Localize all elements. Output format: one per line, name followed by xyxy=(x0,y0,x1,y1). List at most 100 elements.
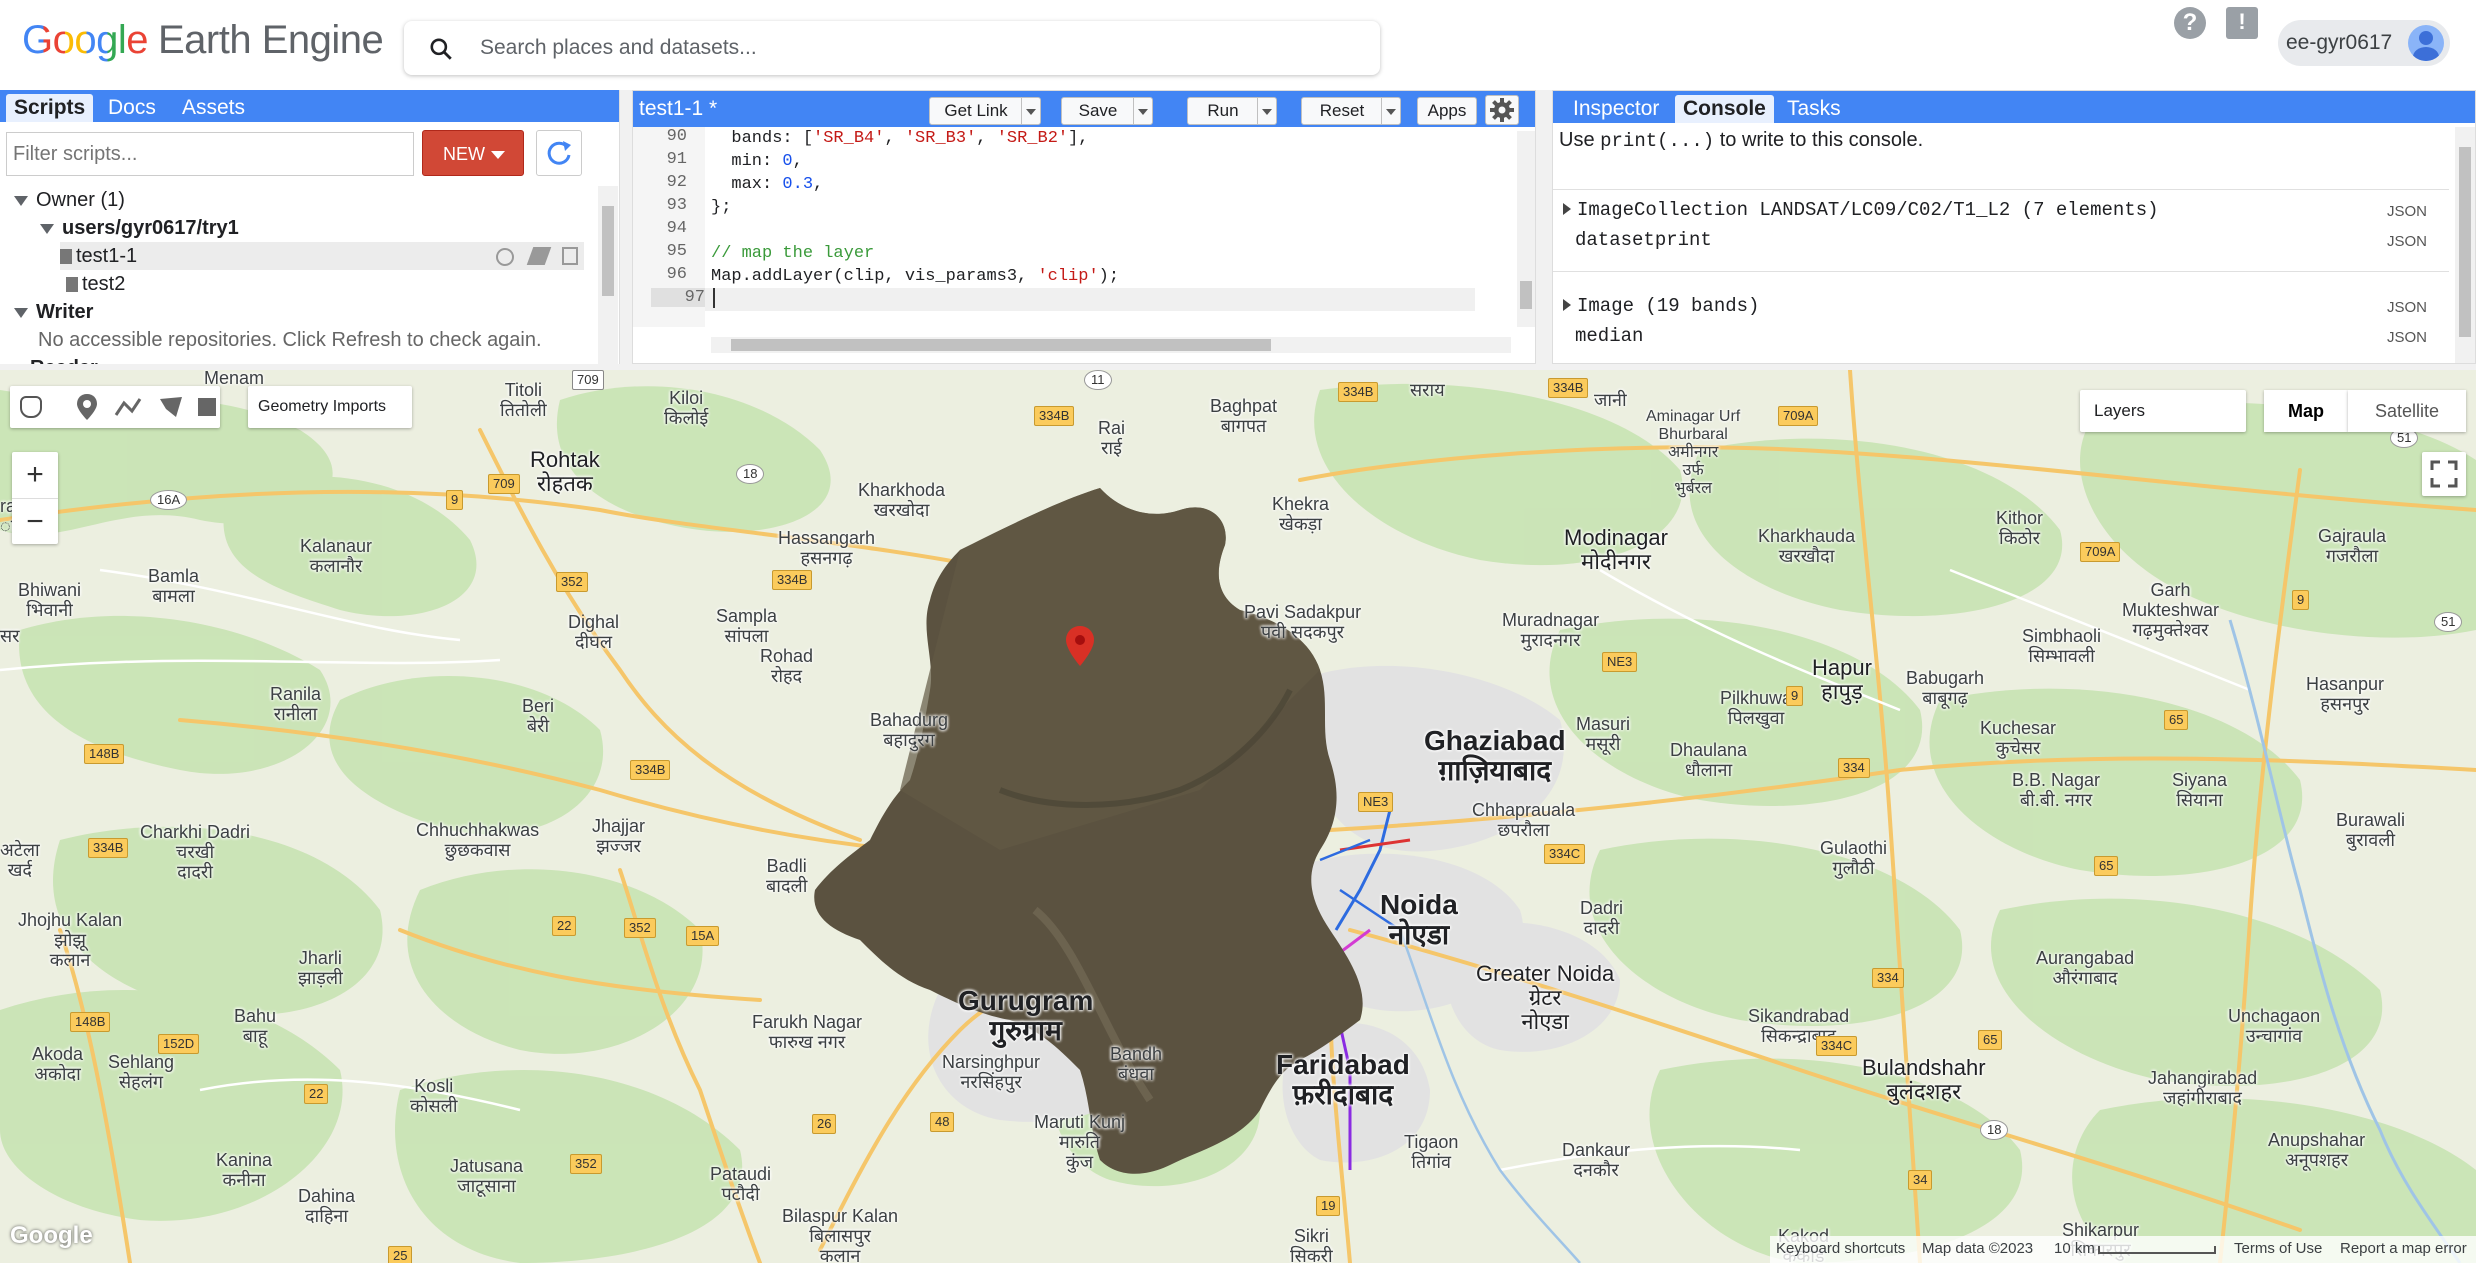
tab-scripts[interactable]: Scripts xyxy=(6,94,94,122)
json-link[interactable]: JSON xyxy=(2387,299,2427,316)
highway-shield: 26 xyxy=(812,1114,837,1134)
get-link-button[interactable]: Get Link xyxy=(929,97,1041,125)
file-icon xyxy=(66,277,78,293)
splitter-right[interactable] xyxy=(1536,90,1552,364)
json-link[interactable]: JSON xyxy=(2387,329,2427,346)
keyboard-shortcuts-link[interactable]: Keyboard shortcuts xyxy=(1776,1240,1905,1257)
history-icon[interactable] xyxy=(496,248,514,266)
tab-assets[interactable]: Assets xyxy=(174,94,253,122)
map-label: Maruti Kunj मारुति कुंज xyxy=(1034,1112,1126,1172)
scripts-scrollbar[interactable] xyxy=(598,186,618,364)
search-input[interactable] xyxy=(480,31,1340,65)
file-label: test1-1 xyxy=(76,245,138,267)
console-entry[interactable]: ImageCollection LANDSAT/LC09/C02/T1_L2 (… xyxy=(1563,199,2159,221)
code-line: // map the layer xyxy=(711,244,875,263)
map-label: Jhajjar झज्जर xyxy=(592,816,646,856)
tab-console[interactable]: Console xyxy=(1675,95,1774,123)
tab-tasks[interactable]: Tasks xyxy=(1779,95,1849,123)
new-button[interactable]: NEW xyxy=(422,130,524,176)
rectangle-tool-icon[interactable] xyxy=(198,398,216,416)
editor-vertical-scrollbar[interactable] xyxy=(1517,131,1535,327)
rename-icon[interactable] xyxy=(526,247,552,265)
map-label: Titoli तितोली xyxy=(500,380,547,420)
feedback-icon[interactable]: ! xyxy=(2226,7,2258,39)
fullscreen-button[interactable] xyxy=(2422,452,2466,496)
help-icon[interactable]: ? xyxy=(2174,7,2206,39)
highway-shield: NE3 xyxy=(1602,652,1638,672)
run-button[interactable]: Run xyxy=(1187,97,1277,125)
earth-engine-logo[interactable]: Google Earth Engine xyxy=(22,18,384,63)
location-marker-icon[interactable] xyxy=(1066,626,1094,666)
zoom-out-button[interactable]: − xyxy=(12,498,58,544)
terms-link[interactable]: Terms of Use xyxy=(2234,1240,2322,1257)
map-label: Bandh बंधवा xyxy=(1110,1044,1163,1084)
map-label: Kithor किठोर xyxy=(1996,508,2044,548)
user-account-button[interactable]: ee-gyr0617 xyxy=(2278,20,2450,66)
geometry-imports-button[interactable]: Geometry Imports xyxy=(248,386,412,428)
scrollbar-thumb[interactable] xyxy=(602,206,614,296)
expand-arrow-icon[interactable] xyxy=(1563,203,1571,215)
expand-arrow-icon[interactable] xyxy=(1563,299,1571,311)
splitter-left[interactable] xyxy=(620,90,632,364)
scrollbar-thumb[interactable] xyxy=(731,339,1271,351)
filter-scripts-input[interactable] xyxy=(6,132,414,176)
tree-file-test2[interactable]: test2 xyxy=(66,270,598,298)
map-type-map[interactable]: Map xyxy=(2264,390,2348,432)
tab-inspector[interactable]: Inspector xyxy=(1565,95,1667,123)
apps-button[interactable]: Apps xyxy=(1417,97,1477,125)
new-button-label: NEW xyxy=(443,144,485,164)
polygon-tool-icon[interactable] xyxy=(158,395,184,419)
tab-docs[interactable]: Docs xyxy=(100,94,164,122)
tree-owner[interactable]: Owner (1) xyxy=(14,186,598,214)
map-background xyxy=(0,370,2476,1263)
reset-button[interactable]: Reset xyxy=(1301,97,1401,125)
drawing-tools xyxy=(10,386,220,428)
editor-horizontal-scrollbar[interactable] xyxy=(711,337,1511,353)
delete-icon[interactable] xyxy=(562,247,578,265)
map-label: Bhiwani भिवानी xyxy=(18,580,82,620)
map-label: Dadri दादरी xyxy=(1580,898,1624,938)
map-label: Simbhaoli सिम्भावली xyxy=(2022,626,2102,666)
report-error-link[interactable]: Report a map error xyxy=(2340,1240,2467,1257)
line-tool-icon[interactable] xyxy=(114,395,142,419)
scrollbar-thumb[interactable] xyxy=(2459,147,2471,337)
map-type-satellite[interactable]: Satellite xyxy=(2348,390,2466,432)
refresh-icon xyxy=(547,141,571,165)
user-name: ee-gyr0617 xyxy=(2286,31,2393,54)
search-icon xyxy=(430,38,452,60)
highway-shield: 709 xyxy=(488,474,520,494)
scrollbar-thumb[interactable] xyxy=(1520,281,1532,309)
scale-label[interactable]: 10 km xyxy=(2054,1240,2095,1257)
map-canvas[interactable]: Menam Titoli तितोली Kiloi किलोई Rai राई … xyxy=(0,370,2476,1263)
highway-shield: 334B xyxy=(772,570,813,590)
avatar-icon[interactable] xyxy=(2408,25,2444,61)
map-label: जानी xyxy=(1594,390,1627,410)
map-label: Aurangabad औरंगाबाद xyxy=(2036,948,2135,988)
save-button[interactable]: Save xyxy=(1061,97,1153,125)
map-label: Noida नोएडा xyxy=(1380,889,1458,950)
code-area[interactable]: bands: ['SR_B4', 'SR_B3', 'SR_B2'], min:… xyxy=(705,127,1475,317)
map-label: Unchagaon उन्चागांव xyxy=(2228,1006,2321,1046)
search-box[interactable] xyxy=(404,21,1380,75)
layers-button[interactable]: Layers xyxy=(2080,390,2246,432)
json-link[interactable]: JSON xyxy=(2387,233,2427,250)
hand-tool-icon[interactable] xyxy=(20,396,42,418)
console-scrollbar[interactable] xyxy=(2455,127,2475,363)
settings-button[interactable] xyxy=(1485,95,1519,125)
console-entry[interactable]: Image (19 bands) xyxy=(1563,295,1759,317)
tree-repo[interactable]: users/gyr0617/try1 xyxy=(40,214,598,242)
tree-file-test1-1[interactable]: test1-1 xyxy=(60,242,584,270)
line-number: 92 xyxy=(666,173,687,192)
tree-reader[interactable]: Reader xyxy=(30,354,598,364)
map-label: Garh Mukteshwar गढ़मुक्तेश्वर xyxy=(2122,580,2220,640)
marker-tool-icon[interactable] xyxy=(76,394,98,420)
json-link[interactable]: JSON xyxy=(2387,203,2427,220)
tree-writer[interactable]: Writer xyxy=(14,298,598,326)
zoom-in-button[interactable]: + xyxy=(12,452,58,498)
refresh-button[interactable] xyxy=(536,130,582,176)
highway-shield: 65 xyxy=(2164,710,2189,730)
map-footer: Keyboard shortcuts Map data ©2023 10 km … xyxy=(0,1236,2476,1263)
map-label: Jharli झाड़ली xyxy=(298,948,343,988)
map-label: Gajraula गजरौला xyxy=(2318,526,2387,566)
map-label: Rohtak रोहतक xyxy=(530,447,600,496)
